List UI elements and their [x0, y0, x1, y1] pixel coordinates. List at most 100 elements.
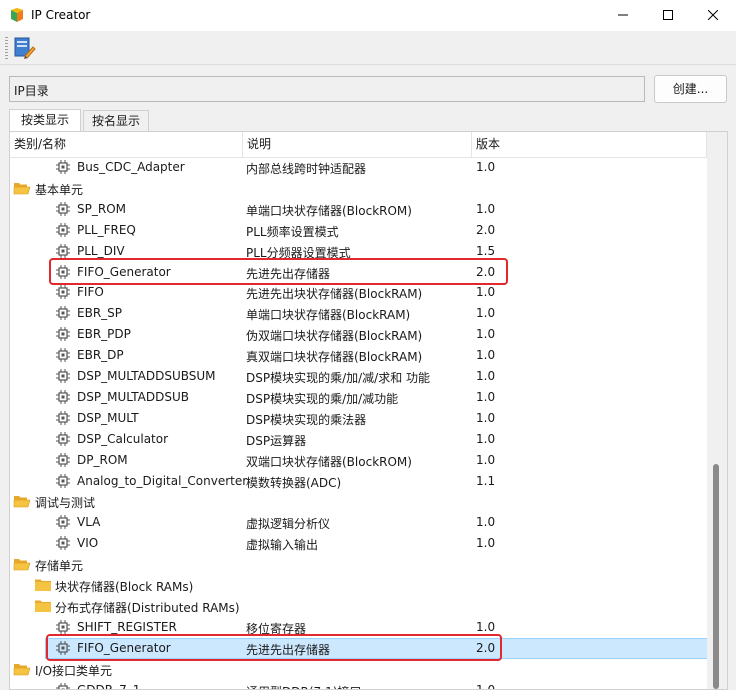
column-header-description[interactable]: 说明 — [243, 132, 472, 157]
row-name: EBR_PDP — [77, 327, 131, 341]
row-version: 1.0 — [476, 453, 496, 467]
tree-row-ip[interactable]: EBR_PDP 伪双端口块状存储器(BlockRAM) 1.0 — [10, 324, 707, 345]
folder-icon — [34, 599, 52, 613]
tree-row-ip[interactable]: VLA 虚拟逻辑分析仪 1.0 — [10, 512, 707, 533]
row-version: 1.0 — [476, 327, 496, 341]
toolbar — [0, 31, 736, 65]
chip-icon — [56, 411, 70, 425]
tree-row-ip[interactable]: VIO 虚拟输入输出 1.0 — [10, 533, 707, 554]
tree-row-category[interactable]: 存储单元 — [10, 554, 707, 575]
row-name: DSP_MULTADDSUBSUM — [77, 369, 216, 383]
row-description: DSP模块实现的乘/加/减功能 — [246, 392, 399, 406]
tree-row-ip[interactable]: DSP_MULT DSP模块实现的乘法器 1.0 — [10, 408, 707, 429]
scrollbar-thumb[interactable] — [713, 464, 719, 689]
row-version: 1.0 — [476, 306, 496, 320]
row-description: 先进先出块状存储器(BlockRAM) — [246, 287, 423, 301]
tab-by-name[interactable]: 按名显示 — [83, 110, 149, 131]
row-version: 1.0 — [476, 160, 496, 174]
folder-open-icon — [13, 494, 31, 508]
row-version: 1.0 — [476, 285, 496, 299]
tree-row-ip[interactable]: FIFO_Generator 先进先出存储器 2.0 — [10, 634, 708, 661]
row-description: DSP模块实现的乘法器 — [246, 413, 367, 427]
folder-open-icon — [13, 181, 31, 195]
close-button[interactable] — [691, 0, 736, 31]
chip-icon — [56, 620, 70, 634]
tree-row-ip[interactable]: DSP_MULTADDSUB DSP模块实现的乘/加/减功能 1.0 — [10, 387, 707, 408]
red-highlight-box — [46, 634, 502, 661]
chip-icon — [56, 160, 70, 174]
row-description: 模数转换器(ADC) — [246, 476, 342, 490]
chip-icon — [56, 683, 70, 689]
row-name: Analog_to_Digital_Converter — [77, 474, 248, 488]
tree-row-ip[interactable]: PLL_FREQ PLL频率设置模式 2.0 — [10, 220, 707, 241]
tree-row-category[interactable]: 分布式存储器(Distributed RAMs) — [10, 596, 707, 617]
chip-icon — [56, 223, 70, 237]
vertical-scrollbar[interactable] — [707, 132, 727, 689]
tree-row-ip[interactable]: EBR_SP 单端口块状存储器(BlockRAM) 1.0 — [10, 303, 707, 324]
row-name: SHIFT_REGISTER — [77, 620, 177, 634]
chip-icon — [56, 348, 70, 362]
row-description: 伪双端口块状存储器(BlockRAM) — [246, 329, 423, 343]
column-header-name[interactable]: 类别/名称 — [10, 132, 243, 157]
row-name: 基本单元 — [35, 183, 84, 197]
chip-icon — [56, 327, 70, 341]
row-name: 调试与测试 — [35, 496, 96, 510]
row-name: EBR_DP — [77, 348, 124, 362]
chip-icon — [56, 306, 70, 320]
tree-row-ip[interactable]: FIFO 先进先出块状存储器(BlockRAM) 1.0 — [10, 282, 707, 303]
chip-icon — [56, 244, 70, 258]
tree-row-ip[interactable]: DSP_MULTADDSUBSUM DSP模块实现的乘/加/减/求和 功能 1.0 — [10, 366, 707, 387]
window-title: IP Creator — [31, 8, 91, 22]
row-name: DP_ROM — [77, 453, 128, 467]
tree-row-ip[interactable]: FIFO_Generator 先进先出存储器 2.0 — [10, 258, 707, 285]
row-name: SP_ROM — [77, 202, 126, 216]
tree-row-category[interactable]: 基本单元 — [10, 178, 707, 199]
tree-row-ip[interactable]: DSP_Calculator DSP运算器 1.0 — [10, 429, 707, 450]
row-version: 1.0 — [476, 620, 496, 634]
row-name: Bus_CDC_Adapter — [77, 160, 185, 174]
row-version: 1.0 — [476, 536, 496, 550]
tree-row-category[interactable]: I/O接口类单元 — [10, 659, 707, 680]
edit-button[interactable] — [12, 36, 36, 60]
row-name: DSP_Calculator — [77, 432, 169, 446]
row-version: 1.0 — [476, 683, 496, 690]
row-name: VIO — [77, 536, 99, 550]
row-version: 1.5 — [476, 244, 496, 258]
minimize-icon — [618, 14, 628, 16]
close-icon — [708, 10, 718, 20]
row-version: 1.0 — [476, 432, 496, 446]
tree-row-ip[interactable]: Analog_to_Digital_Converter 模数转换器(ADC) 1.1 — [10, 471, 707, 492]
tab-by-category[interactable]: 按类显示 — [9, 109, 81, 132]
tree-row-ip[interactable]: GDDR_7_1 通用型DDR(7:1)接口 1.0 — [10, 680, 707, 690]
title-bar: IP Creator — [0, 0, 736, 31]
tree-row-category[interactable]: 调试与测试 — [10, 491, 707, 512]
tree-row-ip[interactable]: EBR_DP 真双端口块状存储器(BlockRAM) 1.0 — [10, 345, 707, 366]
maximize-button[interactable] — [646, 0, 691, 31]
row-version: 1.0 — [476, 390, 496, 404]
tree-row-ip[interactable]: Bus_CDC_Adapter 内部总线跨时钟适配器 1.0 — [10, 157, 707, 178]
chip-icon — [56, 202, 70, 216]
create-button[interactable]: 创建... — [654, 75, 727, 103]
folder-open-icon — [13, 557, 31, 571]
chip-icon — [56, 515, 70, 529]
table-header: 类别/名称 说明 版本 — [10, 132, 707, 158]
row-version: 1.0 — [476, 202, 496, 216]
row-name: EBR_SP — [77, 306, 123, 320]
row-version: 1.0 — [476, 348, 496, 362]
row-name: 分布式存储器(Distributed RAMs) — [55, 601, 240, 615]
column-header-version[interactable]: 版本 — [472, 132, 707, 157]
row-name: FIFO — [77, 285, 104, 299]
ip-tree-panel: 类别/名称 说明 版本 Bus_CDC_Adapter 内部总线跨时钟适配器 1.0… — [9, 131, 728, 690]
tree-row-ip[interactable]: DP_ROM 双端口块状存储器(BlockROM) 1.0 — [10, 450, 707, 471]
minimize-button[interactable] — [601, 0, 646, 31]
row-name: VLA — [77, 515, 101, 529]
row-description: 单端口块状存储器(BlockRAM) — [246, 308, 411, 322]
tree-row-category[interactable]: 块状存储器(Block RAMs) — [10, 575, 707, 596]
red-highlight-box — [49, 258, 508, 285]
edit-document-icon — [14, 37, 36, 59]
row-name: DSP_MULT — [77, 411, 139, 425]
row-name: GDDR_7_1 — [77, 683, 141, 690]
row-version: 1.0 — [476, 515, 496, 529]
tree-row-ip[interactable]: SP_ROM 单端口块状存储器(BlockROM) 1.0 — [10, 199, 707, 220]
chip-icon — [56, 390, 70, 404]
